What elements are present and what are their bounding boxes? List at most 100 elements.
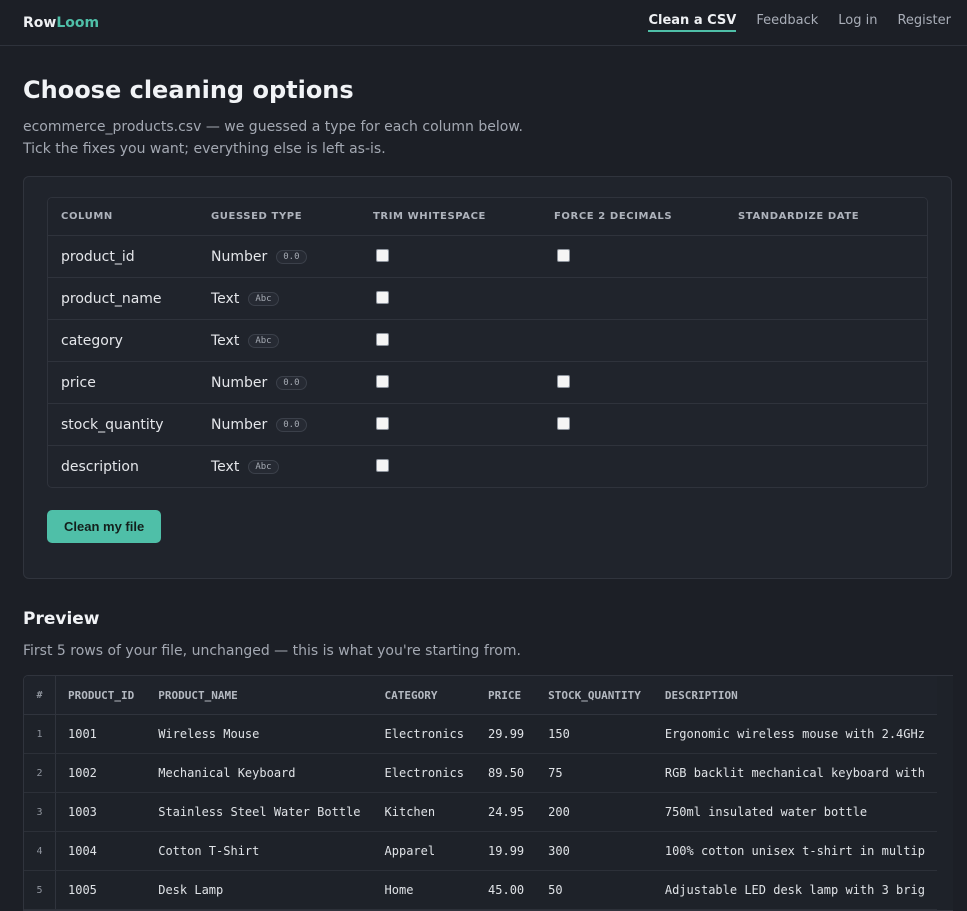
preview-subtitle: First 5 rows of your file, unchanged — t… <box>23 643 521 659</box>
decimals-cell <box>554 235 738 278</box>
row-number: 5 <box>24 870 56 910</box>
type-label: Number <box>211 374 268 391</box>
options-row: category Text Abc <box>48 319 927 362</box>
trim-cell <box>373 403 554 446</box>
main-nav: Clean a CSV Feedback Log in Register <box>648 13 951 32</box>
trim-whitespace-checkbox[interactable] <box>376 375 389 388</box>
preview-title: Preview <box>23 609 100 629</box>
trim-whitespace-checkbox[interactable] <box>376 291 389 304</box>
preview-column-header: PRODUCT_NAME <box>146 676 373 715</box>
trim-whitespace-checkbox[interactable] <box>376 249 389 262</box>
trim-whitespace-checkbox[interactable] <box>376 459 389 472</box>
preview-cell: 1001 <box>55 714 147 754</box>
preview-cell: Apparel <box>372 831 477 871</box>
preview-cell: Stainless Steel Water Bottle <box>146 792 373 832</box>
guessed-type: Number 0.0 <box>211 403 373 446</box>
column-name: stock_quantity <box>48 403 211 446</box>
date-cell <box>738 235 927 278</box>
preview-column-header: # <box>24 676 56 715</box>
type-label: Number <box>211 416 268 433</box>
type-badge: Abc <box>248 291 279 306</box>
preview-cell: Desk Lamp <box>146 870 373 910</box>
preview-column-header: PRODUCT_ID <box>55 676 147 715</box>
options-row: product_id Number 0.0 <box>48 235 927 278</box>
preview-cell: 24.95 <box>476 792 537 832</box>
preview-cell: Cotton T-Shirt <box>146 831 373 871</box>
decimals-cell <box>554 319 738 362</box>
options-column-header: STANDARDIZE DATE <box>738 198 927 236</box>
date-cell <box>738 403 927 446</box>
options-card: COLUMN GUESSED TYPE TRIM WHITESPACE FORCE 2… <box>23 176 952 579</box>
trim-cell <box>373 446 554 488</box>
options-table-wrapper: COLUMN GUESSED TYPE TRIM WHITESPACE FORCE 2… <box>47 197 928 488</box>
options-column-header: COLUMN <box>48 198 211 236</box>
preview-cell: 750ml insulated water bottle <box>652 792 937 832</box>
preview-table-wrapper[interactable]: # PRODUCT_ID PRODUCT_NAME CATEGORY PRICE STOC… <box>23 675 953 911</box>
preview-cell: Mechanical Keyboard <box>146 753 373 793</box>
preview-cell: Electronics <box>372 753 477 793</box>
preview-cell: RGB backlit mechanical keyboard with <box>652 753 937 793</box>
guessed-type: Number 0.0 <box>211 361 373 404</box>
nav-register[interactable]: Register <box>897 13 951 32</box>
brand-logo[interactable]: RowLoom <box>23 15 99 31</box>
options-column-header: TRIM WHITESPACE <box>373 198 554 236</box>
nav-clean-csv[interactable]: Clean a CSV <box>648 13 737 32</box>
column-name: description <box>61 458 139 475</box>
nav-feedback[interactable]: Feedback <box>756 13 818 32</box>
nav-login[interactable]: Log in <box>838 13 877 32</box>
preview-cell: 1005 <box>55 870 147 910</box>
column-name: price <box>48 361 211 404</box>
trim-cell <box>373 277 554 320</box>
options-row: product_name Text Abc <box>48 277 927 320</box>
type-label: Text <box>211 290 240 307</box>
preview-row: 4 1004 Cotton T-Shirt Apparel 19.99 300 100% c… <box>24 831 937 871</box>
preview-cell: 1002 <box>55 753 147 793</box>
decimals-cell <box>554 361 738 404</box>
decimals-cell <box>554 446 738 488</box>
row-number: 3 <box>24 792 56 832</box>
page-title: Choose cleaning options <box>23 76 354 104</box>
options-row: stock_quantity Number 0.0 <box>48 403 927 446</box>
type-label: Text <box>211 458 240 475</box>
preview-cell: 45.00 <box>476 870 537 910</box>
preview-column-header: DESCRIPTION <box>652 676 937 715</box>
options-table: COLUMN GUESSED TYPE TRIM WHITESPACE FORCE 2… <box>48 198 927 487</box>
preview-cell: 200 <box>536 792 653 832</box>
trim-whitespace-checkbox[interactable] <box>376 417 389 430</box>
type-badge: Abc <box>248 459 279 474</box>
date-cell <box>738 277 927 320</box>
force-decimals-checkbox[interactable] <box>557 417 570 430</box>
preview-cell: Home <box>372 870 477 910</box>
preview-cell: Wireless Mouse <box>146 714 373 754</box>
preview-table: # PRODUCT_ID PRODUCT_NAME CATEGORY PRICE STOC… <box>24 676 937 910</box>
options-column-header: FORCE 2 DECIMALS <box>554 198 738 236</box>
trim-whitespace-checkbox[interactable] <box>376 333 389 346</box>
decimals-cell <box>554 403 738 446</box>
trim-cell <box>373 319 554 362</box>
preview-column-header: PRICE <box>476 676 537 715</box>
trim-cell <box>373 235 554 278</box>
column-name: product_id <box>48 235 211 278</box>
preview-cell: Electronics <box>372 714 477 754</box>
force-decimals-checkbox[interactable] <box>557 375 570 388</box>
trim-cell <box>373 361 554 404</box>
top-bar: RowLoom Clean a CSV Feedback Log in Regi… <box>0 0 967 46</box>
preview-cell: 1004 <box>55 831 147 871</box>
type-badge: Abc <box>248 333 279 348</box>
type-badge: 0.0 <box>276 417 307 432</box>
preview-cell: 50 <box>536 870 653 910</box>
preview-cell: 300 <box>536 831 653 871</box>
preview-cell: Kitchen <box>372 792 477 832</box>
page-subtitle: ecommerce_products.csv — we guessed a ty… <box>23 119 523 157</box>
row-number: 2 <box>24 753 56 793</box>
column-name: category <box>48 319 211 362</box>
guessed-type: Text Abc <box>211 319 373 362</box>
row-number: 4 <box>24 831 56 871</box>
clean-file-button[interactable]: Clean my file <box>47 510 162 543</box>
preview-cell: 100% cotton unisex t-shirt in multip <box>652 831 937 871</box>
preview-cell: 1003 <box>55 792 147 832</box>
preview-row: 5 1005 Desk Lamp Home 45.00 50 Adjustable LED … <box>24 870 937 910</box>
preview-cell: 89.50 <box>476 753 537 793</box>
options-column-header: GUESSED TYPE <box>211 198 373 236</box>
force-decimals-checkbox[interactable] <box>557 249 570 262</box>
